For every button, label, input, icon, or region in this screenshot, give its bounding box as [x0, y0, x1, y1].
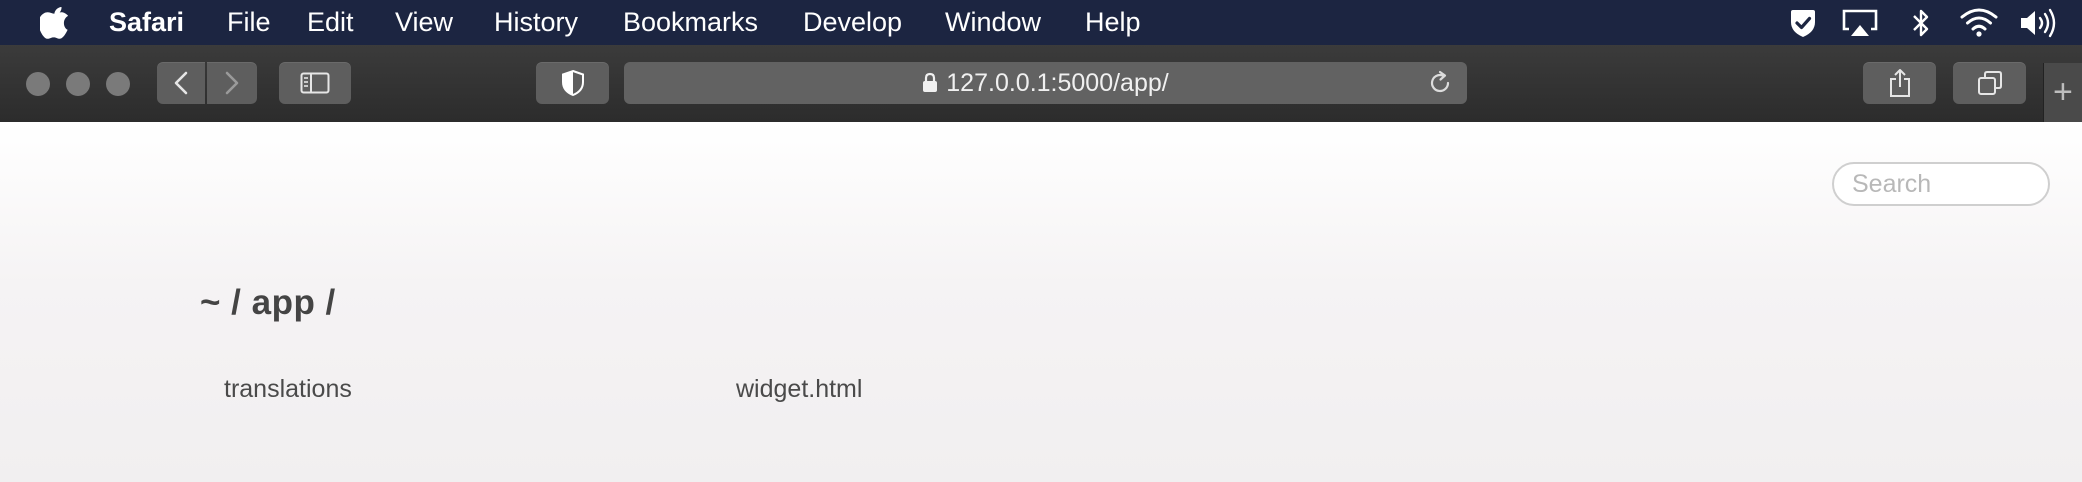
page-content: ~ / app / translations widget.html: [0, 122, 2082, 482]
show-tabs-button[interactable]: [1953, 62, 2026, 104]
menu-view[interactable]: View: [395, 6, 453, 38]
breadcrumb: ~ / app /: [200, 283, 336, 322]
forward-button[interactable]: [207, 62, 257, 104]
back-button[interactable]: [157, 62, 205, 104]
sidebar-icon: [300, 72, 330, 94]
tabs-overview-icon: [1977, 71, 2002, 95]
sidebar-button[interactable]: [279, 62, 351, 104]
url-text: 127.0.0.1:5000/app/: [946, 69, 1169, 97]
privacy-report-button[interactable]: [536, 62, 609, 104]
menu-edit[interactable]: Edit: [307, 6, 354, 38]
share-icon: [1889, 69, 1910, 97]
address-bar[interactable]: 127.0.0.1:5000/app/: [624, 62, 1467, 104]
shield-icon: [561, 69, 584, 97]
zoom-window-button[interactable]: [106, 72, 130, 96]
lock-icon: [923, 72, 938, 92]
file-item-translations[interactable]: translations: [224, 374, 352, 404]
menu-history[interactable]: History: [494, 6, 578, 38]
plus-icon: +: [2053, 73, 2073, 111]
reload-icon[interactable]: [1427, 70, 1453, 96]
url-display[interactable]: 127.0.0.1:5000/app/: [624, 69, 1467, 97]
new-tab-button[interactable]: +: [2043, 63, 2082, 122]
volume-icon[interactable]: [2019, 8, 2065, 38]
search-input[interactable]: [1832, 162, 2050, 206]
minimize-window-button[interactable]: [66, 72, 90, 96]
browser-toolbar: 127.0.0.1:5000/app/ +: [0, 45, 2082, 123]
apple-icon[interactable]: [40, 4, 70, 40]
close-window-button[interactable]: [26, 72, 50, 96]
file-item-widget-html[interactable]: widget.html: [736, 374, 862, 404]
chevron-left-icon: [174, 71, 188, 95]
chevron-right-icon: [225, 71, 239, 95]
menu-window[interactable]: Window: [945, 6, 1041, 38]
wifi-icon[interactable]: [1959, 6, 1999, 38]
privacy-check-icon[interactable]: [1787, 7, 1819, 39]
menu-develop[interactable]: Develop: [803, 6, 902, 38]
airplay-icon[interactable]: [1841, 8, 1879, 38]
share-button[interactable]: [1863, 62, 1936, 104]
menu-file[interactable]: File: [227, 6, 271, 38]
menu-bookmarks[interactable]: Bookmarks: [623, 6, 758, 38]
bluetooth-icon[interactable]: [1910, 7, 1932, 39]
menu-help[interactable]: Help: [1085, 6, 1141, 38]
menu-bar: Safari File Edit View History Bookmarks …: [0, 0, 2082, 45]
menu-app-name[interactable]: Safari: [109, 6, 184, 38]
